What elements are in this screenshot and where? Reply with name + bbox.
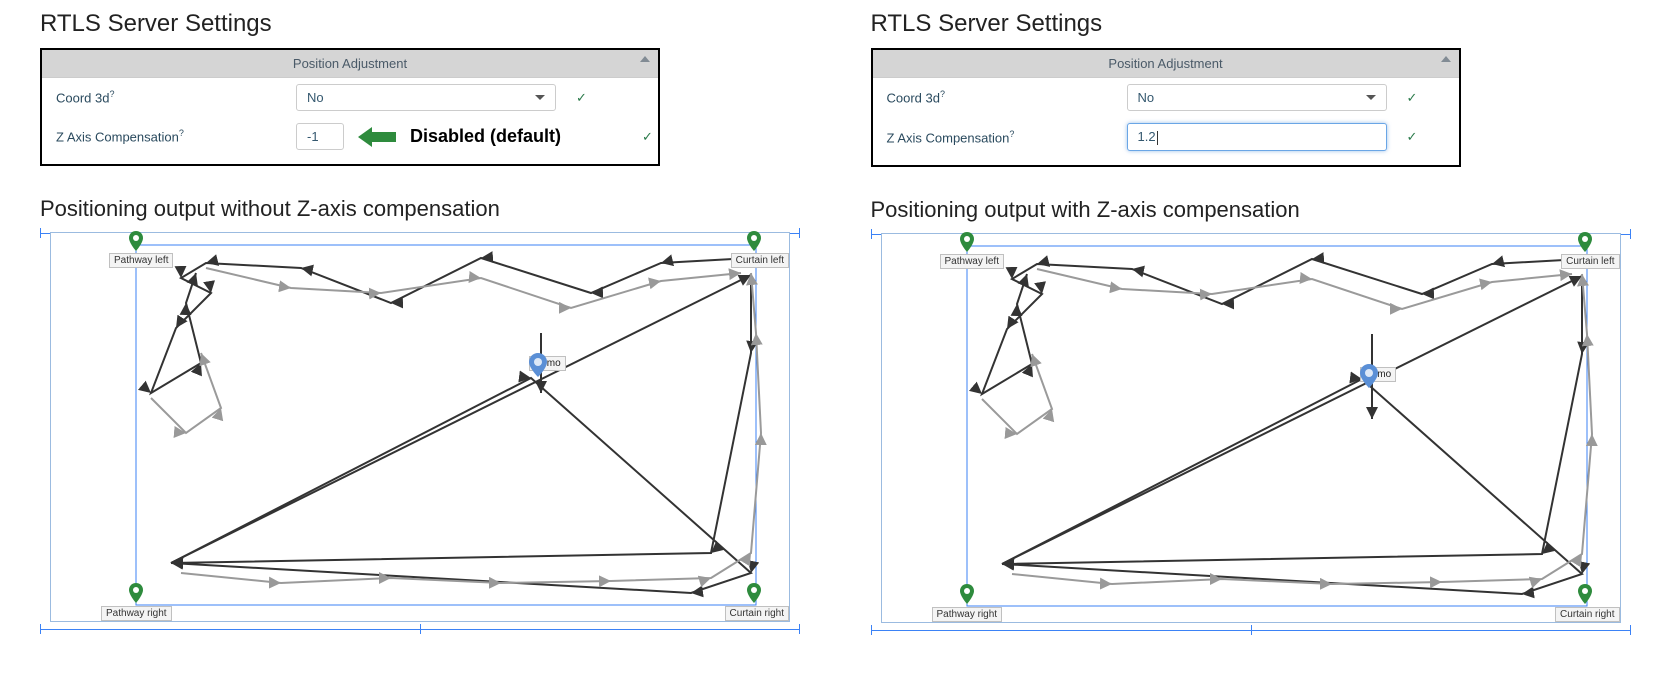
- help-icon[interactable]: ?: [1009, 129, 1014, 139]
- settings-panel-right: Position Adjustment Coord 3d? No ✓ Z Axi…: [871, 48, 1461, 167]
- map-without-compensation: Pathway left Curtain left Pathway right …: [50, 232, 790, 622]
- panel-header[interactable]: Position Adjustment: [873, 50, 1459, 78]
- check-icon: ✓: [642, 129, 653, 145]
- demo-tag[interactable]: Demo: [1360, 364, 1397, 382]
- pin-icon: [960, 232, 974, 252]
- label-coord3d: Coord 3d?: [887, 89, 1117, 105]
- check-icon: ✓: [1407, 90, 1418, 106]
- select-coord3d[interactable]: No: [296, 84, 556, 111]
- corner-tl: Pathway left: [940, 254, 1004, 269]
- pin-icon: [1578, 232, 1592, 252]
- row-coord3d: Coord 3d? No ✓: [42, 78, 658, 117]
- corner-bl: Pathway right: [101, 606, 172, 621]
- collapse-up-icon[interactable]: [640, 56, 650, 62]
- panel-header-text: Position Adjustment: [293, 56, 407, 71]
- pin-icon: [129, 583, 143, 603]
- input-zaxis[interactable]: 1.2: [1127, 123, 1387, 151]
- label-zaxis: Z Axis Compensation?: [56, 128, 286, 144]
- pin-icon: [1578, 584, 1592, 604]
- label-coord3d: Coord 3d?: [56, 89, 286, 105]
- pin-icon: [960, 584, 974, 604]
- panel-header-text: Position Adjustment: [1108, 56, 1222, 71]
- collapse-up-icon[interactable]: [1441, 56, 1451, 62]
- select-coord3d[interactable]: No: [1127, 84, 1387, 111]
- row-zaxis: Z Axis Compensation? Disabled (default) …: [42, 117, 658, 164]
- help-icon[interactable]: ?: [109, 89, 114, 99]
- check-icon: ✓: [1407, 129, 1418, 145]
- check-icon: ✓: [576, 90, 587, 106]
- pin-icon: [129, 231, 143, 251]
- label-zaxis: Z Axis Compensation?: [887, 129, 1117, 145]
- input-zaxis[interactable]: [296, 123, 344, 150]
- map-with-compensation: Pathway left Curtain left Pathway right …: [881, 233, 1621, 623]
- pin-icon: [747, 231, 761, 251]
- chevron-down-icon: [535, 95, 545, 100]
- annotation-text: Disabled (default): [410, 126, 561, 147]
- pin-icon: [747, 583, 761, 603]
- corner-br: Curtain right: [1555, 607, 1619, 622]
- section-title-left: RTLS Server Settings: [40, 10, 801, 38]
- select-value: No: [307, 90, 324, 105]
- arrow-left-icon: [358, 125, 396, 149]
- corner-bl: Pathway right: [932, 607, 1003, 622]
- select-value: No: [1138, 90, 1155, 105]
- map-svg: [51, 233, 791, 623]
- output-title-left: Positioning output without Z-axis compen…: [40, 196, 801, 222]
- help-icon[interactable]: ?: [940, 89, 945, 99]
- chevron-down-icon: [1366, 95, 1376, 100]
- section-title-right: RTLS Server Settings: [871, 10, 1632, 38]
- demo-tag[interactable]: Demo: [529, 353, 566, 371]
- text-caret: [1157, 131, 1158, 145]
- corner-tl: Pathway left: [109, 253, 173, 268]
- help-icon[interactable]: ?: [179, 128, 184, 138]
- map-svg: [882, 234, 1622, 624]
- corner-tr: Curtain left: [1561, 254, 1619, 269]
- row-coord3d: Coord 3d? No ✓: [873, 78, 1459, 117]
- corner-tr: Curtain left: [731, 253, 789, 268]
- corner-br: Curtain right: [725, 606, 789, 621]
- output-title-right: Positioning output with Z-axis compensat…: [871, 197, 1632, 223]
- settings-panel-left: Position Adjustment Coord 3d? No ✓ Z Axi…: [40, 48, 660, 166]
- row-zaxis: Z Axis Compensation? 1.2 ✓: [873, 117, 1459, 165]
- panel-header[interactable]: Position Adjustment: [42, 50, 658, 78]
